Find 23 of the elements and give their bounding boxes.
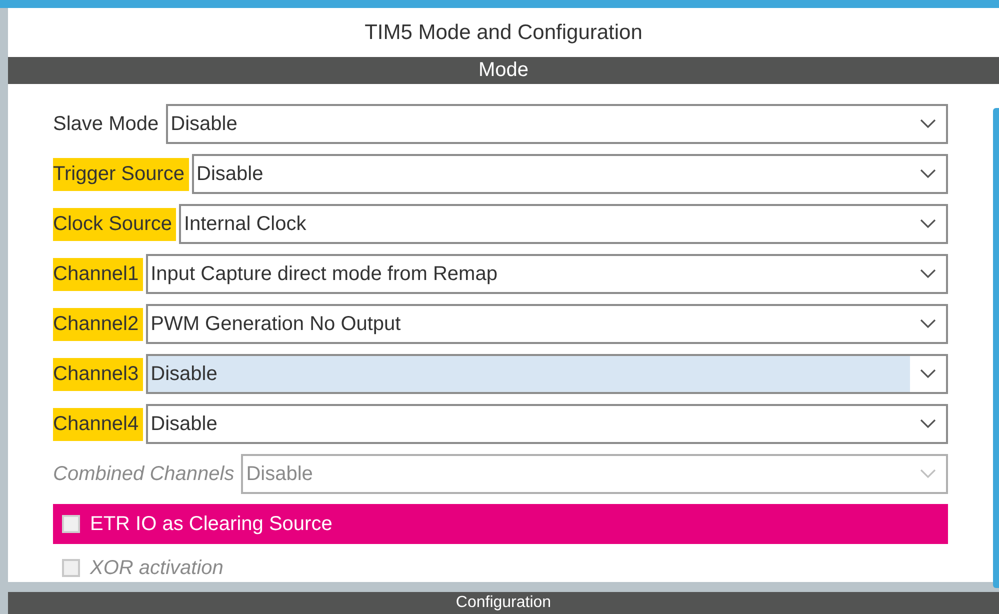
setting-label: Channel1 [53,258,143,290]
setting-label: Combined Channels [53,462,236,486]
scrollbar-thumb[interactable] [993,108,999,588]
checkbox-label: XOR activation [90,556,224,580]
dropdown-field[interactable]: PWM Generation No Output [146,304,948,344]
setting-label: Slave Mode [53,112,160,136]
dropdown-field[interactable]: Input Capture direct mode from Remap [146,254,948,294]
window-title: TIM5 Mode and Configuration [364,20,644,46]
dropdown-field[interactable]: Disable [146,404,948,444]
section-header: Configuration [8,592,999,614]
dropdown-field[interactable]: Internal Clock [178,204,948,244]
setting-label: Channel3 [53,358,143,390]
chevron-down-icon [910,356,946,392]
checkbox[interactable] [62,515,80,533]
setting-label: Channel4 [53,408,143,440]
dropdown-field[interactable]: Disable [166,104,948,144]
setting-label: Channel2 [53,308,143,340]
dropdown-field[interactable]: Disable [192,154,948,194]
setting-label: Clock Source [53,208,176,240]
setting-label: Trigger Source [53,158,189,190]
section-header: Mode [8,57,999,84]
dropdown-field[interactable]: Disable [146,354,948,394]
checkbox-label: ETR IO as Clearing Source [90,512,332,536]
